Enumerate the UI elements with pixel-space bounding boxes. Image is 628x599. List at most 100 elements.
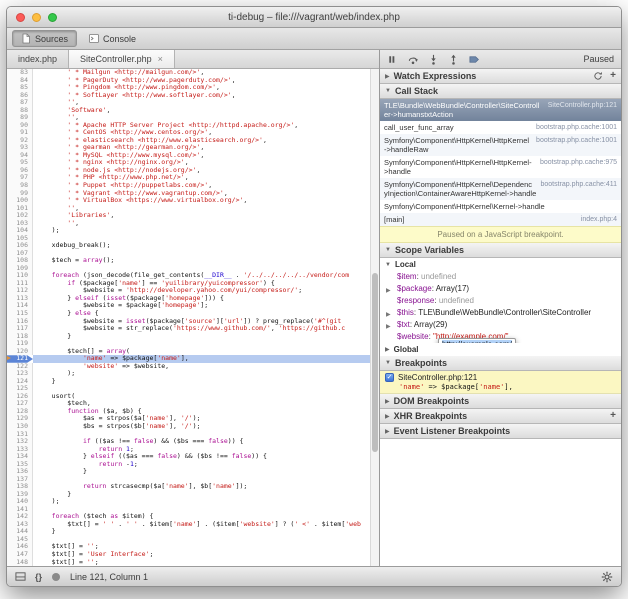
- code-line-text: '',: [33, 99, 379, 107]
- disclosure-triangle-icon[interactable]: ▼: [385, 247, 391, 253]
- scope-variable[interactable]: ▶$txt: Array(29): [380, 319, 621, 331]
- call-stack-frame[interactable]: bootstrap.php.cache:1001Symfony\Componen…: [380, 134, 621, 156]
- breakpoint-checkbox[interactable]: ✓: [385, 373, 394, 382]
- code-line-text: $txt[] = '';: [33, 543, 379, 551]
- value-edit-popover[interactable]: http://example.com/: [438, 338, 516, 343]
- file-tab-index-php[interactable]: index.php: [7, 50, 69, 68]
- scope-local-group[interactable]: ▼ Local: [380, 258, 621, 271]
- deactivate-breakpoints-button[interactable]: [468, 54, 480, 65]
- disclosure-triangle-icon[interactable]: ▶: [386, 322, 391, 332]
- scope-variable[interactable]: $response: undefined: [380, 295, 621, 307]
- section-event-listener-breakpoints[interactable]: ▶ Event Listener Breakpoints: [380, 424, 621, 439]
- code-line-text: '',: [33, 205, 379, 213]
- disclosure-triangle-icon[interactable]: ▼: [385, 360, 391, 366]
- sources-icon: [21, 33, 31, 44]
- code-line: 109: [7, 265, 379, 273]
- breakpoint-code-snippet: 'name' => $package['name'],: [399, 383, 616, 391]
- add-xhr-breakpoint-button[interactable]: +: [610, 411, 616, 421]
- disclosure-triangle-icon[interactable]: ▶: [385, 73, 390, 80]
- close-tab-icon[interactable]: ×: [158, 55, 163, 64]
- inspector-toolbar: Sources Console: [7, 28, 621, 50]
- editor-scrollbar[interactable]: [370, 69, 379, 566]
- variable-name: $item: [397, 272, 417, 281]
- breakpoint-item[interactable]: ✓SiteController.php:121'name' => $packag…: [380, 371, 621, 394]
- add-watch-expression-button[interactable]: +: [610, 71, 616, 81]
- code-line-text: 'name' => $package['name'],: [33, 355, 379, 363]
- scope-variable[interactable]: ▶$this: TLE\Bundle\WebBundle\Controller\…: [380, 307, 621, 319]
- code-line: 87 '',: [7, 99, 379, 107]
- code-line-text: return strcasecmp($a['name'], $b['name']…: [33, 483, 379, 491]
- tab-sources[interactable]: Sources: [12, 30, 77, 47]
- code-line-text: ' * nginx <http://nginx.org/>',: [33, 159, 379, 167]
- frame-function: [main]: [384, 215, 404, 224]
- title-bar: ti-debug – file:///vagrant/web/index.php: [7, 7, 621, 28]
- disclosure-triangle-icon[interactable]: ▶: [385, 398, 390, 405]
- code-line-text: [33, 506, 379, 514]
- disclosure-triangle-icon[interactable]: ▶: [385, 413, 390, 420]
- code-line-text: [33, 536, 379, 544]
- code-line: 136 }: [7, 468, 379, 476]
- code-line: 135 return -1;: [7, 461, 379, 469]
- disclosure-triangle-icon[interactable]: ▼: [385, 88, 391, 94]
- disclosure-triangle-icon[interactable]: ▼: [385, 262, 391, 268]
- section-call-stack[interactable]: ▼ Call Stack: [380, 84, 621, 99]
- zoom-window-button[interactable]: [48, 13, 57, 22]
- section-watch-expressions[interactable]: ▶ Watch Expressions +: [380, 69, 621, 84]
- code-line: 137: [7, 476, 379, 484]
- disclosure-triangle-icon[interactable]: ▶: [386, 310, 391, 320]
- step-out-button[interactable]: [448, 54, 459, 65]
- close-window-button[interactable]: [16, 13, 25, 22]
- scope-global-group[interactable]: ▶ Global: [380, 343, 621, 356]
- section-dom-breakpoints[interactable]: ▶ DOM Breakpoints: [380, 394, 621, 409]
- scope-variable[interactable]: ▶$package: Array(17): [380, 283, 621, 295]
- editor-scrollbar-thumb[interactable]: [372, 273, 378, 452]
- tab-console[interactable]: Console: [80, 30, 145, 47]
- code-line-text: }: [33, 491, 379, 499]
- code-line: 90 ' * Apache HTTP Server Project <http:…: [7, 122, 379, 130]
- call-stack-frame[interactable]: SiteController.php:121TLE\Bundle\WebBund…: [380, 99, 621, 121]
- step-over-button[interactable]: [407, 54, 419, 65]
- line-number[interactable]: 120: [7, 348, 33, 356]
- code-line-text: $website = isset($package['source']['url…: [33, 318, 379, 326]
- refresh-watch-icon[interactable]: [593, 71, 603, 81]
- code-editor[interactable]: 83 ' * Mailgun <http://mailgun.com/>',84…: [7, 69, 379, 566]
- scope-variable[interactable]: $item: undefined: [380, 271, 621, 283]
- section-scope-variables[interactable]: ▼ Scope Variables: [380, 243, 621, 258]
- code-line: 125: [7, 385, 379, 393]
- code-line-text: } else {: [33, 310, 379, 318]
- pretty-print-icon[interactable]: {}: [35, 572, 42, 582]
- call-stack-frame[interactable]: bootstrap.php.cache:1001call_user_func_a…: [380, 121, 621, 134]
- section-xhr-breakpoints[interactable]: ▶ XHR Breakpoints +: [380, 409, 621, 424]
- variable-value: undefined: [439, 296, 474, 305]
- line-number[interactable]: 148: [7, 559, 33, 566]
- call-stack-frame[interactable]: bootstrap.php.cache:411Symfony\Component…: [380, 178, 621, 200]
- step-into-button[interactable]: [428, 54, 439, 65]
- minimize-window-button[interactable]: [32, 13, 41, 22]
- pause-resume-button[interactable]: [387, 54, 398, 65]
- call-stack-frame[interactable]: Symfony\Component\HttpKernel\Kernel->han…: [380, 200, 621, 213]
- code-line-text: }: [33, 333, 379, 341]
- disclosure-triangle-icon[interactable]: ▶: [385, 428, 390, 435]
- code-line: 88 'Software',: [7, 107, 379, 115]
- scope-variable[interactable]: $website: "http://example.com/"http://ex…: [380, 331, 621, 343]
- code-line-text: $txt[] = 'User Interface';: [33, 551, 379, 559]
- tab-label: Console: [103, 34, 136, 44]
- code-line-text: } elseif (isset($package['homepage'])) {: [33, 295, 379, 303]
- file-tab-sitecontroller-php[interactable]: SiteController.php ×: [69, 50, 175, 68]
- call-stack-frame[interactable]: bootstrap.php.cache:975Symfony\Component…: [380, 156, 621, 178]
- section-breakpoints[interactable]: ▼ Breakpoints: [380, 356, 621, 371]
- code-line: 107: [7, 250, 379, 258]
- record-icon[interactable]: [51, 572, 61, 582]
- disclosure-triangle-icon[interactable]: ▶: [386, 286, 391, 296]
- status-bar: {} Line 121, Column 1: [7, 566, 621, 586]
- variable-value: Array(29): [414, 320, 447, 329]
- console-drawer-icon[interactable]: [15, 571, 26, 582]
- code-line: 86 ' * SoftLayer <http://www.softlayer.c…: [7, 92, 379, 100]
- code-line-text: } elseif (($as === false) && ($bs !== fa…: [33, 453, 379, 461]
- call-stack-frame[interactable]: index.php:4[main]: [380, 213, 621, 226]
- code-line: 145: [7, 536, 379, 544]
- code-line: 126 usort(: [7, 393, 379, 401]
- settings-gear-icon[interactable]: [601, 571, 613, 583]
- disclosure-triangle-icon[interactable]: ▶: [385, 346, 390, 353]
- variable-value: Array(17): [436, 284, 469, 293]
